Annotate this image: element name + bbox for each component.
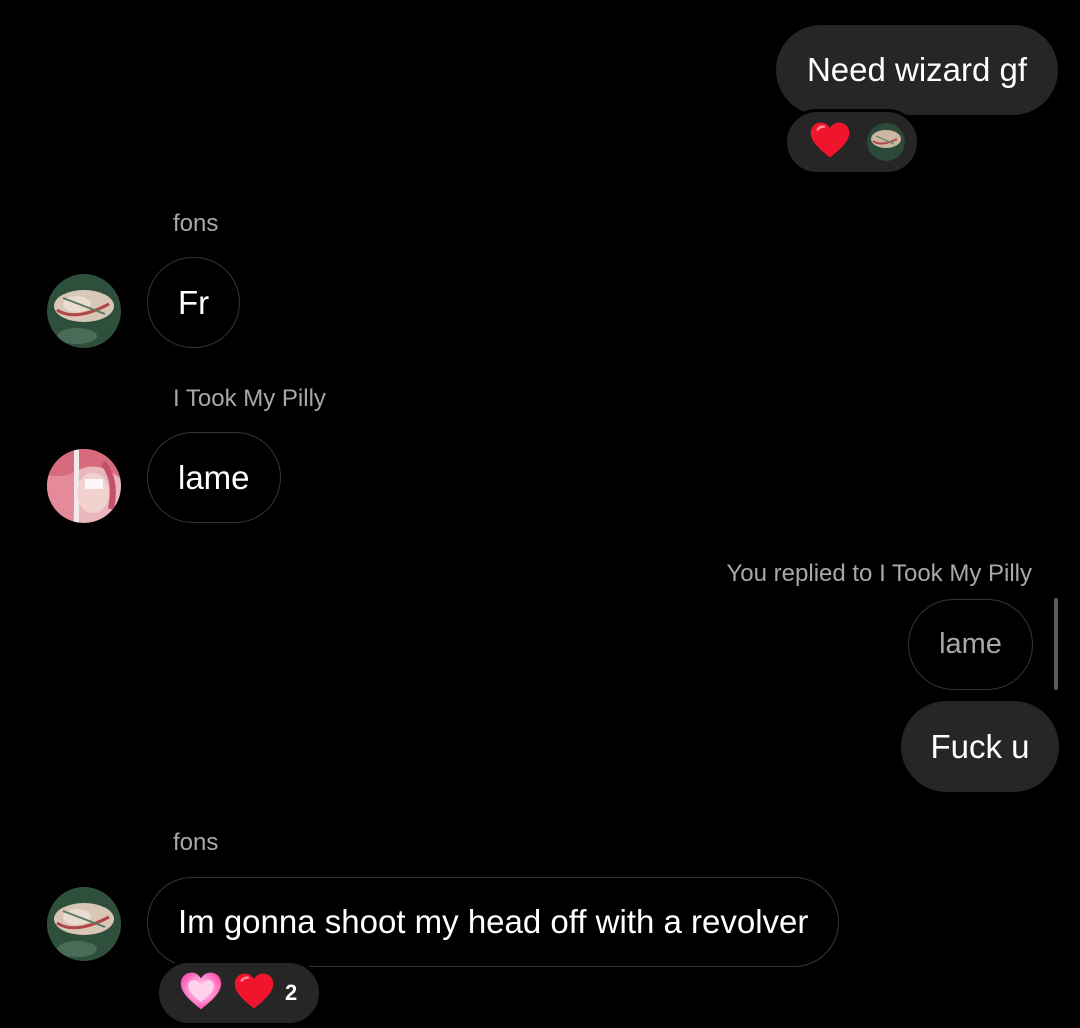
reply-indicator-bar (1054, 598, 1058, 690)
sender-name: I Took My Pilly (173, 385, 326, 412)
red-heart-reaction-icon (809, 120, 851, 165)
message-text: Fr (178, 283, 210, 321)
reactor-avatar (867, 123, 905, 161)
incoming-message-bubble[interactable]: Im gonna shoot my head off with a revolv… (147, 877, 840, 967)
message-text: lame (178, 458, 250, 496)
incoming-message-bubble[interactable]: Fr (147, 257, 241, 348)
message-text: Im gonna shoot my head off with a revolv… (178, 903, 809, 940)
message-text: Need wizard gf (806, 51, 1028, 88)
quoted-text: lame (939, 628, 1002, 660)
reaction-count: 2 (285, 980, 298, 1005)
quoted-reply-bubble[interactable]: lame (908, 599, 1033, 690)
outgoing-message-bubble[interactable]: Need wizard gf (776, 25, 1058, 115)
i-took-my-pilly-avatar[interactable] (47, 449, 121, 523)
sender-name: fons (173, 829, 219, 856)
reactions-bar[interactable] (784, 109, 920, 175)
pink-heart-reaction-icon (179, 970, 223, 1017)
outgoing-message-bubble[interactable]: Fuck u (901, 701, 1059, 792)
message-text: Fuck u (930, 727, 1030, 765)
sender-name: fons (173, 210, 219, 237)
incoming-message-bubble[interactable]: lame (147, 432, 281, 523)
reactions-bar[interactable]: 2 (156, 960, 322, 1026)
fons-avatar[interactable] (47, 887, 121, 961)
red-heart-reaction-icon (233, 971, 275, 1016)
fons-avatar[interactable] (47, 274, 121, 348)
reply-context-label: You replied to I Took My Pilly (726, 560, 1033, 587)
